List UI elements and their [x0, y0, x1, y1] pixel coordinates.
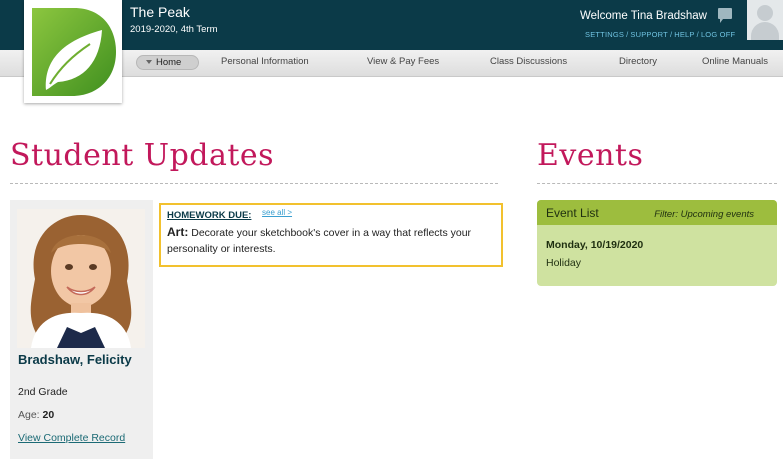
message-icon[interactable] — [718, 8, 732, 23]
student-grade: 2nd Grade — [18, 386, 68, 398]
homework-due-card: HOMEWORK DUE: see all > Art: Decorate yo… — [159, 203, 503, 267]
age-label: Age: — [18, 409, 40, 421]
nav-item-personal-information[interactable]: Personal Information — [221, 56, 309, 67]
link-separator: / — [669, 30, 673, 39]
account-links: SETTINGS / SUPPORT / HELP / LOG OFF — [585, 30, 735, 39]
nav-item-directory[interactable]: Directory — [619, 56, 657, 67]
event-filter[interactable]: Filter: Upcoming events — [654, 209, 754, 220]
section-divider — [537, 183, 777, 184]
link-separator: / — [696, 30, 699, 39]
homework-text: Art: Decorate your sketchbook's cover in… — [167, 224, 497, 257]
link-separator: / — [626, 30, 629, 39]
avatar-body — [751, 22, 779, 40]
nav-item-class-discussions[interactable]: Class Discussions — [490, 56, 567, 67]
term-label: 2019-2020, 4th Term — [130, 24, 218, 35]
support-link[interactable]: SUPPORT — [630, 30, 668, 39]
event-date: Monday, 10/19/2020 — [546, 239, 644, 251]
student-age: Age: 20 — [18, 409, 54, 421]
user-avatar-icon[interactable] — [747, 0, 783, 40]
log-off-link[interactable]: LOG OFF — [701, 30, 735, 39]
nav-item-home[interactable]: Home — [136, 55, 199, 70]
section-divider — [10, 183, 498, 184]
events-title: Events — [537, 138, 644, 173]
school-logo[interactable] — [24, 0, 122, 103]
age-value: 20 — [42, 409, 55, 421]
student-updates-title: Student Updates — [10, 138, 275, 173]
leaf-logo-icon — [32, 8, 116, 96]
homework-due-title: HOMEWORK DUE: — [167, 210, 252, 221]
avatar-head — [757, 5, 773, 21]
chevron-down-icon — [146, 60, 152, 64]
homework-description: Decorate your sketchbook's cover in a wa… — [167, 227, 472, 255]
event-name[interactable]: Holiday — [546, 257, 581, 269]
event-list-header: Event List Filter: Upcoming events — [537, 200, 777, 225]
nav-item-online-manuals[interactable]: Online Manuals — [702, 56, 768, 67]
see-all-link[interactable]: see all > — [262, 208, 292, 217]
homework-subject: Art: — [167, 225, 189, 239]
settings-link[interactable]: SETTINGS — [585, 30, 624, 39]
student-card: Bradshaw, Felicity 2nd Grade Age: 20 Vie… — [10, 200, 153, 459]
help-link[interactable]: HELP — [674, 30, 694, 39]
student-photo[interactable] — [17, 209, 145, 348]
student-name: Bradshaw, Felicity — [18, 352, 132, 367]
event-list-panel: Event List Filter: Upcoming events Monda… — [537, 200, 777, 286]
event-list-label: Event List — [546, 206, 599, 220]
nav-item-label: Home — [156, 57, 182, 68]
school-name: The Peak — [130, 4, 190, 20]
student-portrait-image — [17, 209, 145, 348]
welcome-text: Welcome Tina Bradshaw — [580, 10, 707, 22]
nav-item-view-pay-fees[interactable]: View & Pay Fees — [367, 56, 439, 67]
view-complete-record-link[interactable]: View Complete Record — [18, 432, 125, 444]
